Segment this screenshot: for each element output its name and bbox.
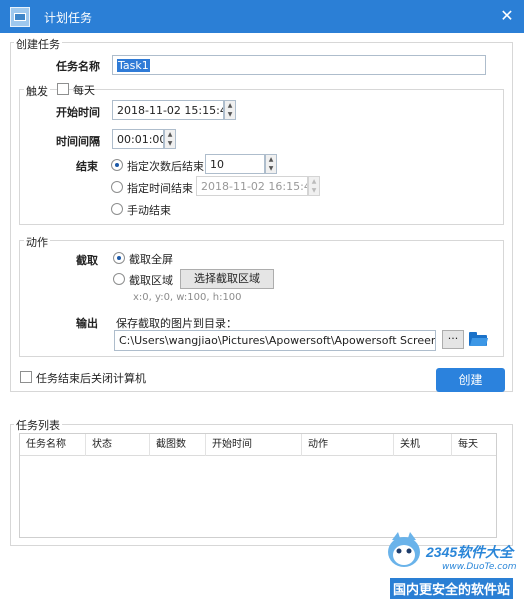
task-name-input[interactable]: Task1	[112, 55, 486, 75]
column-header-status[interactable]: 状态	[86, 434, 150, 456]
column-header-screenshot-count[interactable]: 截图数	[150, 434, 206, 456]
trigger-group-title: 触发	[24, 83, 50, 99]
start-time-spinner[interactable]: ▲ ▼	[224, 100, 236, 120]
daily-label: 每天	[73, 84, 95, 97]
task-name-label: 任务名称	[56, 60, 100, 73]
region-info: x:0, y:0, w:100, h:100	[133, 292, 242, 303]
end-at-time-label: 指定时间结束	[127, 182, 193, 195]
interval-input[interactable]: 00:01:00	[112, 129, 164, 149]
watermark-brand: 2345软件大全	[426, 544, 514, 560]
end-label: 结束	[76, 160, 98, 173]
capture-region-label: 截取区域	[129, 274, 173, 287]
end-at-time-radio[interactable]	[111, 181, 123, 193]
watermark-url: www.DuoTe.com	[442, 562, 517, 572]
output-path-input[interactable]: C:\Users\wangjiao\Pictures\Apowersoft\Ap…	[114, 330, 436, 351]
capture-fullscreen-label: 截取全屏	[129, 253, 173, 266]
end-time-spinner[interactable]: ▲ ▼	[308, 176, 320, 196]
end-count-input[interactable]: 10	[205, 154, 265, 174]
end-after-count-radio[interactable]	[111, 159, 123, 171]
output-label: 输出	[76, 317, 98, 330]
capture-label: 截取	[76, 254, 98, 267]
task-list-group-title: 任务列表	[14, 417, 62, 433]
select-region-button[interactable]: 选择截取区域	[180, 269, 274, 289]
action-group-title: 动作	[24, 234, 50, 250]
manual-end-radio[interactable]	[111, 203, 123, 215]
shutdown-checkbox[interactable]	[20, 371, 32, 383]
title-bar: 计划任务 ✕	[0, 0, 524, 33]
daily-checkbox[interactable]	[57, 83, 69, 95]
manual-end-label: 手动结束	[127, 204, 171, 217]
interval-spinner[interactable]: ▲ ▼	[164, 129, 176, 149]
table-header: 任务名称 状态 截图数 开始时间 动作 关机 每天	[20, 434, 496, 456]
column-header-action[interactable]: 动作	[302, 434, 394, 456]
end-after-count-label: 指定次数后结束	[127, 160, 204, 173]
end-time-input[interactable]: 2018-11-02 16:15:44	[196, 176, 308, 196]
watermark-mascot-icon	[388, 532, 420, 567]
close-icon[interactable]: ✕	[496, 6, 518, 28]
window-title: 计划任务	[44, 11, 93, 25]
end-count-spinner[interactable]: ▲ ▼	[265, 154, 277, 174]
shutdown-label: 任务结束后关闭计算机	[36, 372, 146, 385]
app-icon	[10, 7, 30, 27]
open-folder-icon[interactable]	[469, 332, 489, 346]
column-header-daily[interactable]: 每天	[452, 434, 498, 456]
column-header-task-name[interactable]: 任务名称	[20, 434, 86, 456]
start-time-input[interactable]: 2018-11-02 15:15:44	[112, 100, 224, 120]
column-header-shutdown[interactable]: 关机	[394, 434, 452, 456]
task-list-table[interactable]: 任务名称 状态 截图数 开始时间 动作 关机 每天	[19, 433, 497, 538]
browse-button[interactable]: ···	[442, 330, 464, 349]
output-description: 保存截取的图片到目录：	[116, 317, 237, 330]
capture-region-radio[interactable]	[113, 273, 125, 285]
column-header-start-time[interactable]: 开始时间	[206, 434, 302, 456]
start-time-label: 开始时间	[56, 106, 100, 119]
interval-label: 时间间隔	[56, 135, 100, 148]
create-task-group-title: 创建任务	[14, 36, 62, 52]
watermark-slogan: 国内更安全的软件站	[390, 578, 514, 599]
create-button[interactable]: 创建	[436, 368, 505, 392]
watermark: 2345软件大全 www.DuoTe.com 国内更安全的软件站	[380, 528, 524, 600]
capture-fullscreen-radio[interactable]	[113, 252, 125, 264]
